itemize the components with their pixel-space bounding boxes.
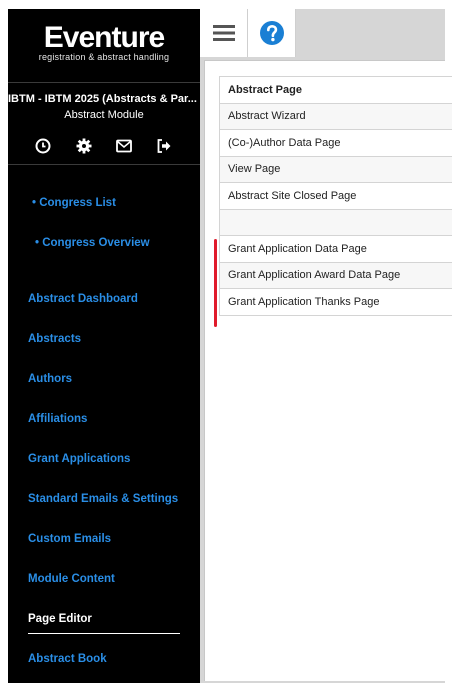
help-icon [259,21,284,45]
nav-abstracts[interactable]: Abstracts [28,333,81,345]
nav-congress-overview[interactable]: • Congress Overview [35,237,150,249]
page-row-grant-data[interactable]: Grant Application Data Page [219,235,452,263]
envelope-icon[interactable] [115,137,133,155]
active-indicator [28,633,180,634]
logout-icon[interactable] [155,137,173,155]
module-name: Abstract Module [64,109,144,121]
page-row-grant-thanks[interactable]: Grant Application Thanks Page [219,288,452,316]
help-button[interactable] [248,9,296,57]
page-list-table: Abstract Page Abstract Wizard (Co-)Autho… [219,76,452,316]
nav-module-content[interactable]: Module Content [28,573,115,585]
highlight-marker [214,239,217,327]
top-toolbar [200,9,445,57]
page-row-coauthor-data[interactable]: (Co-)Author Data Page [219,129,452,157]
menu-toggle-button[interactable] [200,9,248,57]
hamburger-icon [212,25,235,41]
event-name: IBTM - IBTM 2025 (Abstracts & Par... [8,93,197,105]
brand-tagline: registration & abstract handling [38,52,170,62]
nav-abstract-dashboard[interactable]: Abstract Dashboard [28,293,138,305]
nav-page-editor[interactable]: Page Editor [28,613,92,625]
divider [8,164,200,165]
page-row-grant-award[interactable]: Grant Application Award Data Page [219,261,452,289]
nav-authors[interactable]: Authors [28,373,72,385]
nav-standard-emails-settings[interactable]: Standard Emails & Settings [28,493,178,505]
page-row-site-closed[interactable]: Abstract Site Closed Page [219,182,452,210]
page-row-view-page[interactable]: View Page [219,155,452,183]
nav-custom-emails[interactable]: Custom Emails [28,533,111,545]
main-content: Abstract Page Abstract Wizard (Co-)Autho… [204,60,452,681]
divider [8,82,200,83]
brand-logo[interactable]: Eventure registration & abstract handlin… [8,21,200,63]
table-header: Abstract Page [219,76,452,104]
nav-grant-applications[interactable]: Grant Applications [28,453,130,465]
brand-name: Eventure [43,21,165,54]
page-row-abstract-wizard[interactable]: Abstract Wizard [219,102,452,130]
nav-affiliations[interactable]: Affiliations [28,413,87,425]
page-row-empty [219,208,452,236]
gear-icon[interactable] [75,137,93,155]
nav-abstract-book[interactable]: Abstract Book [28,653,107,665]
header-icon-row [8,137,200,157]
nav-congress-list[interactable]: • Congress List [32,197,116,209]
clock-icon[interactable] [34,137,52,155]
sidebar: Eventure registration & abstract handlin… [8,9,200,683]
